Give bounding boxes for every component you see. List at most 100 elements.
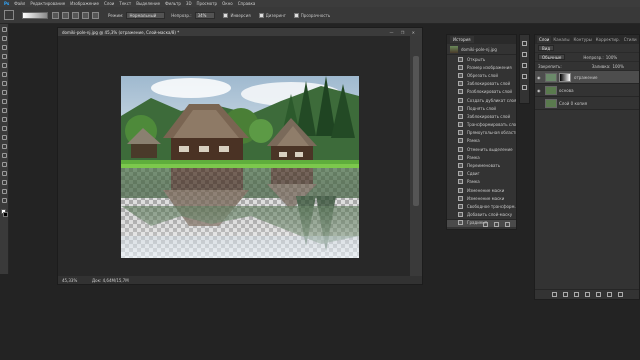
history-item[interactable]: Добавить слой-маску [447,211,516,219]
document-tab[interactable]: domiki-pole-nj.jpg @ 45,3% (отражение, С… [58,28,422,36]
window-controls[interactable]: — ❐ ✕ [390,30,418,35]
history-snapshot[interactable]: domiki-pole-nj.jpg [447,44,516,55]
zoom-tool-icon[interactable] [2,198,7,203]
angle-gradient-icon[interactable] [72,11,79,19]
layer-style-icon[interactable] [562,292,568,297]
gradient-tool-icon-2[interactable] [2,126,7,131]
adjustment-layer-icon[interactable] [584,292,590,297]
blur-tool-icon[interactable] [2,135,7,140]
dodge-tool-icon[interactable] [2,144,7,149]
hand-tool-icon[interactable] [2,189,7,194]
layer-name[interactable]: Слой 0 копия [559,101,587,106]
menu-file[interactable]: Файл [14,1,25,6]
reverse-checkbox[interactable] [223,12,229,18]
menu-window[interactable]: Окно [222,1,233,6]
menu-select[interactable]: Выделение [136,1,160,6]
layer-opacity-value[interactable]: 100% [606,55,617,60]
trash-icon[interactable] [617,292,623,297]
history-item[interactable]: Поднять слой [447,104,516,112]
history-item[interactable]: Отменить выделение [447,145,516,153]
gradient-tool-icon[interactable] [4,10,14,20]
history-item[interactable]: Заблокировать слой [447,80,516,88]
stamp-tool-icon[interactable] [2,99,7,104]
text-tool-icon[interactable] [2,162,7,167]
menu-image[interactable]: Изображение [70,1,99,6]
layer-mask-thumbnail[interactable] [559,72,571,82]
background-color-swatch[interactable] [3,212,8,217]
character-panel-icon[interactable] [522,74,527,79]
history-item[interactable]: Прямоугольная область [447,129,516,137]
new-group-icon[interactable] [595,292,601,297]
history-item[interactable]: Открыть [447,55,516,63]
history-item[interactable]: Трансформировать слой [447,121,516,129]
swatches-panel-icon[interactable] [522,63,527,68]
link-layers-icon[interactable] [551,292,557,297]
move-tool-icon[interactable] [2,27,7,32]
new-document-from-state-icon[interactable] [483,222,488,227]
diamond-gradient-icon[interactable] [92,11,99,19]
mode-select[interactable]: Нормальный [126,11,166,19]
history-item[interactable]: Заблокировать слой [447,112,516,120]
history-item[interactable]: Рамка [447,178,516,186]
tab-adjustments[interactable]: Корректир. [594,36,622,43]
tab-styles[interactable]: Стили [622,36,639,43]
opacity-input[interactable]: 34% [194,11,216,19]
layer-row-base[interactable]: ◉ основа [535,84,639,97]
history-panel-icon[interactable] [522,41,527,46]
properties-panel-icon[interactable] [522,52,527,57]
brush-tool-icon[interactable] [2,90,7,95]
history-brush-tool-icon[interactable] [2,108,7,113]
eraser-tool-icon[interactable] [2,117,7,122]
path-select-tool-icon[interactable] [2,171,7,176]
lasso-tool-icon[interactable] [2,45,7,50]
shape-tool-icon[interactable] [2,180,7,185]
menu-type[interactable]: Текст [119,1,131,6]
history-item[interactable]: Разблокировать слой [447,88,516,96]
reflected-gradient-icon[interactable] [82,11,89,19]
canvas-area[interactable] [58,36,412,278]
menu-view[interactable]: Просмотр [197,1,218,6]
eye-icon[interactable]: ◉ [537,88,543,93]
history-item[interactable]: Создать дубликат слоя [447,96,516,104]
history-item[interactable]: Сдвиг [447,170,516,178]
dither-checkbox[interactable] [258,12,264,18]
history-item[interactable]: Размер изображения [447,63,516,71]
healing-tool-icon[interactable] [2,81,7,86]
menu-filter[interactable]: Фильтр [165,1,181,6]
menu-edit[interactable]: Редактирование [30,1,65,6]
new-snapshot-icon[interactable] [494,222,499,227]
gradient-picker[interactable] [22,11,48,19]
tab-layers[interactable]: Слои [537,36,552,43]
fill-value[interactable]: 100% [612,64,623,69]
history-item[interactable]: Изменение маски [447,186,516,194]
quick-select-tool-icon[interactable] [2,54,7,59]
document-image[interactable] [121,76,359,258]
marquee-tool-icon[interactable] [2,36,7,41]
crop-tool-icon[interactable] [2,63,7,68]
add-mask-icon[interactable] [573,292,579,297]
history-item[interactable]: Переименовать [447,161,516,169]
layer-kind-filter[interactable]: Вид [538,45,555,51]
tab-history[interactable]: История [450,36,474,43]
radial-gradient-icon[interactable] [62,11,69,19]
tab-channels[interactable]: Каналы [551,36,571,43]
new-layer-icon[interactable] [606,292,612,297]
paragraph-panel-icon[interactable] [522,85,527,90]
history-item[interactable]: Рамка [447,137,516,145]
eye-icon[interactable]: ◉ [537,75,543,80]
history-item[interactable]: Рамка [447,153,516,161]
pen-tool-icon[interactable] [2,153,7,158]
history-item[interactable]: Изменение маски [447,194,516,202]
tab-paths[interactable]: Контуры [571,36,593,43]
blend-mode-select[interactable]: Обычные [538,54,566,60]
zoom-level[interactable]: 45,33% [62,278,92,283]
layer-row-copy[interactable]: Слой 0 копия [535,97,639,110]
eyedropper-tool-icon[interactable] [2,72,7,77]
linear-gradient-icon[interactable] [52,11,59,19]
history-item[interactable]: Свободное трансформ... [447,202,516,210]
layer-name[interactable]: основа [559,88,574,93]
transparency-checkbox[interactable] [293,12,299,18]
history-item[interactable]: Обрезать слой [447,71,516,79]
layer-name[interactable]: отражение [574,75,598,80]
layer-row-reflection[interactable]: ◉ отражение [535,71,639,84]
